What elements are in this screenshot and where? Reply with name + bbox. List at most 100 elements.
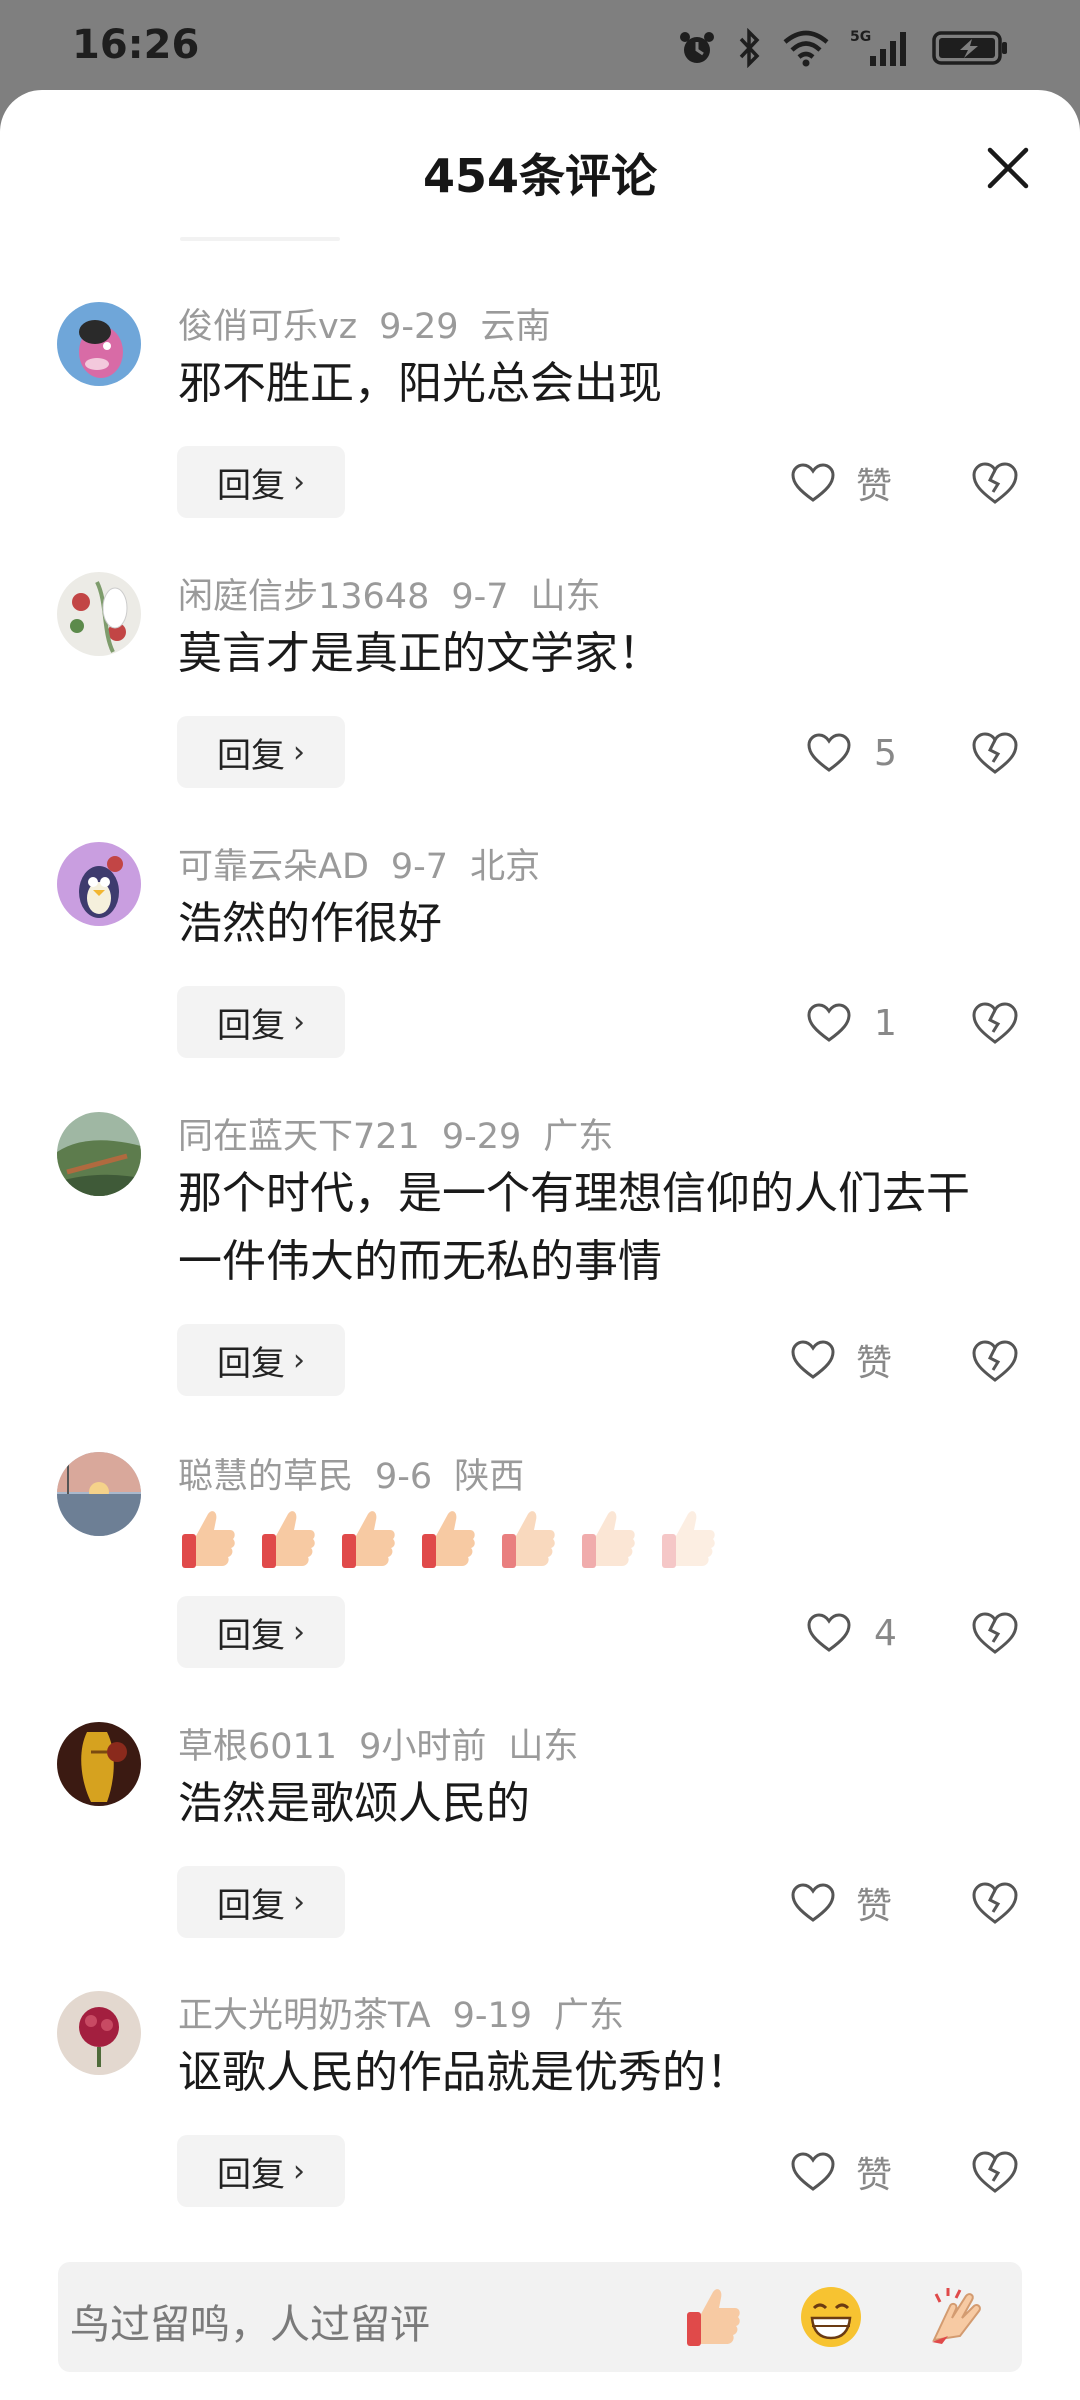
signal-5g-icon: 5G	[850, 29, 906, 66]
heart-icon	[807, 1003, 851, 1042]
chevron-right-icon: ›	[293, 734, 305, 770]
close-icon[interactable]	[980, 140, 1036, 196]
comment-location: 山东	[508, 1727, 579, 1767]
username[interactable]: 可靠云朵AD	[178, 847, 369, 887]
comment-meta: 同在蓝天下721 9-29 广东	[178, 1108, 635, 1159]
heart-icon	[791, 2152, 835, 2191]
avatar[interactable]	[57, 1112, 141, 1196]
comment-date: 9-7	[451, 577, 509, 617]
sheet-header: 454条评论	[0, 90, 1080, 240]
comment-item: 俊俏可乐vz 9-29 云南 邪不胜正，阳光总会出现 回复 › 赞	[0, 298, 1080, 558]
reply-button[interactable]: 回复 ›	[177, 2135, 345, 2207]
like-button[interactable]: 赞	[790, 453, 910, 513]
sheet-title: 454条评论	[422, 149, 658, 203]
comment-date: 9-6	[375, 1457, 433, 1497]
status-time: 16:26	[72, 22, 200, 68]
broken-heart-icon[interactable]	[970, 2147, 1020, 2197]
broken-heart-icon[interactable]	[970, 1608, 1020, 1658]
thumbs-up-icon	[662, 1511, 715, 1568]
heart-icon	[791, 463, 835, 502]
comment-sheet: 454条评论 俊俏可乐vz 9-29 云南 邪不胜正，阳光总会出现 回复 › 赞 闲庭…	[0, 90, 1080, 2400]
reply-label: 回复	[217, 1343, 285, 1384]
like-button[interactable]: 赞	[790, 1873, 910, 1933]
comment-item: 同在蓝天下721 9-29 广东 那个时代，是一个有理想信仰的人们去干一件伟大的而无…	[0, 1108, 1080, 1438]
like-button[interactable]: 赞	[790, 1330, 910, 1390]
like-count: 1	[874, 1002, 897, 1044]
reply-button[interactable]: 回复 ›	[177, 1596, 345, 1668]
chevron-right-icon: ›	[293, 1342, 305, 1378]
thumbs-up-icon	[422, 1511, 475, 1568]
broken-heart-icon[interactable]	[970, 998, 1020, 1048]
username[interactable]: 同在蓝天下721	[178, 1117, 420, 1157]
like-button[interactable]: 赞	[790, 2142, 910, 2202]
status-bar: 16:26 5G	[0, 0, 1080, 100]
scroll-fade	[180, 237, 340, 241]
avatar[interactable]	[57, 1722, 141, 1806]
avatar[interactable]	[57, 842, 141, 926]
reply-label: 回复	[217, 1885, 285, 1926]
broken-heart-icon[interactable]	[970, 1878, 1020, 1928]
network-label: 5G	[850, 29, 871, 45]
like-button[interactable]: 4	[806, 1603, 926, 1663]
reply-button[interactable]: 回复 ›	[177, 1324, 345, 1396]
username[interactable]: 草根6011	[178, 1727, 337, 1767]
clap-icon[interactable]	[926, 2284, 992, 2350]
comment-item: 正大光明奶茶TA 9-19 广东 讴歌人民的作品就是优秀的！ 回复 › 赞	[0, 1987, 1080, 2247]
username[interactable]: 正大光明奶茶TA	[178, 1996, 431, 2036]
like-count: 5	[874, 732, 897, 774]
thumbs-up-icon	[582, 1511, 635, 1568]
comment-date: 9-29	[441, 1117, 522, 1157]
alarm-icon	[680, 32, 714, 63]
broken-heart-icon[interactable]	[970, 1336, 1020, 1386]
username[interactable]: 闲庭信步13648	[178, 577, 429, 617]
comment-text: 邪不胜正，阳光总会出现	[178, 358, 662, 409]
comment-input[interactable]: 鸟过留鸣，人过留评	[58, 2262, 1022, 2372]
comment-location: 山东	[530, 577, 601, 617]
chevron-right-icon: ›	[293, 1884, 305, 1920]
like-button[interactable]: 1	[806, 993, 926, 1053]
thumbs-up-icon	[502, 1511, 555, 1568]
comment-item: 草根6011 9小时前 山东 浩然是歌颂人民的 回复 › 赞	[0, 1718, 1080, 1978]
comment-meta: 可靠云朵AD 9-7 北京	[178, 838, 562, 889]
thumbs-up-icon[interactable]	[680, 2284, 746, 2350]
reply-button[interactable]: 回复 ›	[177, 716, 345, 788]
reply-button[interactable]: 回复 ›	[177, 1866, 345, 1938]
comment-location: 广东	[554, 1996, 625, 2036]
chevron-right-icon: ›	[293, 1614, 305, 1650]
comment-location: 广东	[543, 1117, 614, 1157]
avatar[interactable]	[57, 1991, 141, 2075]
comment-text: 浩然是歌颂人民的	[178, 1778, 530, 1829]
heart-icon	[807, 1613, 851, 1652]
avatar[interactable]	[57, 302, 141, 386]
thumbs-up-icon	[342, 1511, 395, 1568]
like-button[interactable]: 5	[806, 723, 926, 783]
like-count: 赞	[856, 466, 893, 507]
avatar[interactable]	[57, 1452, 141, 1536]
comment-text: 浩然的作很好	[178, 898, 442, 949]
avatar[interactable]	[57, 572, 141, 656]
comment-item: 聪慧的草民 9-6 陕西 回复 › 4	[0, 1448, 1080, 1708]
like-count: 赞	[856, 1886, 893, 1927]
wifi-icon	[783, 30, 829, 67]
chevron-right-icon: ›	[293, 2153, 305, 2189]
comment-text: 讴歌人民的作品就是优秀的！	[178, 2047, 750, 2098]
comment-date: 9-29	[379, 307, 459, 347]
username[interactable]: 聪慧的草民	[178, 1457, 353, 1497]
grin-icon[interactable]	[798, 2284, 864, 2350]
username[interactable]: 俊俏可乐vz	[178, 307, 357, 347]
comment-meta: 闲庭信步13648 9-7 山东	[178, 568, 623, 619]
broken-heart-icon[interactable]	[970, 458, 1020, 508]
comment-date: 9-7	[390, 847, 449, 887]
comment-meta: 草根6011 9小时前 山东	[178, 1718, 600, 1769]
comment-meta: 聪慧的草民 9-6 陕西	[178, 1448, 546, 1499]
heart-icon	[791, 1883, 835, 1922]
chevron-right-icon: ›	[293, 1004, 305, 1040]
broken-heart-icon[interactable]	[970, 728, 1020, 778]
reply-button[interactable]: 回复 ›	[177, 446, 345, 518]
bluetooth-icon	[739, 28, 760, 68]
reply-button[interactable]: 回复 ›	[177, 986, 345, 1058]
comment-meta: 俊俏可乐vz 9-29 云南	[178, 298, 573, 349]
like-count: 赞	[856, 1343, 893, 1384]
comment-date: 9小时前	[359, 1727, 487, 1767]
comment-location: 云南	[480, 307, 551, 347]
